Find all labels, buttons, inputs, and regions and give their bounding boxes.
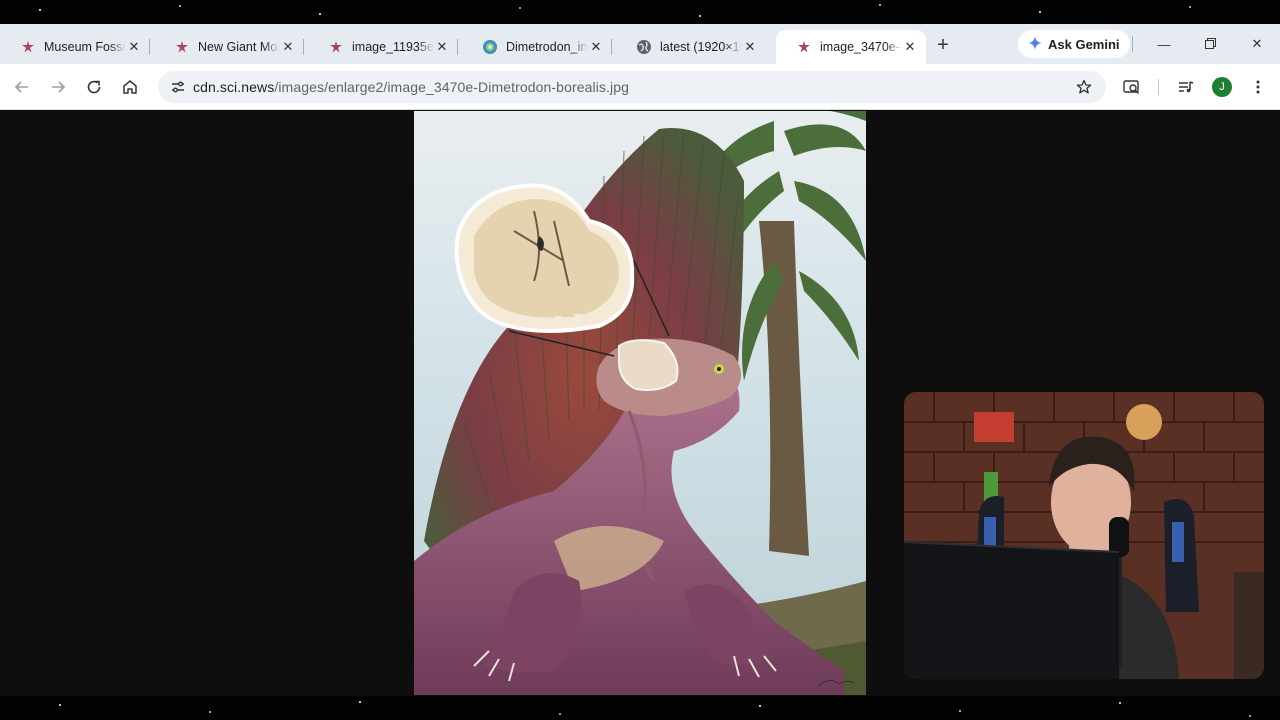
url-path: /images/enlarge2/image_3470e-Dimetrodon-…: [274, 79, 629, 95]
close-icon[interactable]: ✕: [434, 39, 450, 55]
minimize-button[interactable]: —: [1150, 32, 1178, 56]
tab-title: New Giant Mos: [198, 40, 280, 54]
divider: [1132, 36, 1133, 52]
tab-museum-fossil[interactable]: Museum Fossil ✕: [0, 30, 150, 64]
tab-new-giant[interactable]: New Giant Mos ✕: [154, 30, 304, 64]
profile-avatar[interactable]: J: [1212, 77, 1232, 97]
divider: [1158, 79, 1159, 95]
arrow-right-icon: [52, 81, 66, 93]
tab-title: image_11935e: [352, 40, 434, 54]
browser-menu-button[interactable]: [1246, 75, 1270, 99]
gemini-sparkle-icon: [1028, 35, 1042, 53]
restore-button[interactable]: [1196, 32, 1224, 56]
arrow-left-icon: [14, 81, 28, 93]
tab-title: Museum Fossil: [44, 40, 126, 54]
lens-search-button[interactable]: [1120, 75, 1144, 99]
close-icon[interactable]: ✕: [280, 39, 296, 55]
dimetrodon-illustration[interactable]: [414, 111, 866, 695]
home-button[interactable]: [118, 75, 142, 99]
profile-initial: J: [1219, 81, 1225, 93]
tab-strip: Museum Fossil ✕ New Giant Mos ✕ image_11…: [0, 24, 1280, 64]
back-button[interactable]: [10, 75, 34, 99]
url-text[interactable]: cdn.sci.news/images/enlarge2/image_3470e…: [193, 79, 629, 95]
new-tab-button[interactable]: +: [932, 35, 954, 57]
site-info-icon[interactable]: [166, 75, 190, 99]
webcam-overlay: [904, 392, 1264, 679]
sci-news-icon: [328, 39, 344, 55]
close-icon[interactable]: ✕: [588, 39, 604, 55]
tab-image-11935e[interactable]: image_11935e ✕: [308, 30, 458, 64]
reload-button[interactable]: [82, 75, 106, 99]
playlist-icon: [1179, 81, 1194, 93]
restore-icon: [1204, 37, 1216, 52]
media-controls-button[interactable]: [1174, 75, 1198, 99]
url-host: cdn.sci.news: [193, 79, 275, 95]
sci-news-icon: [174, 39, 190, 55]
close-icon[interactable]: ✕: [902, 39, 918, 55]
tab-latest[interactable]: latest (1920×10 ✕: [616, 30, 766, 64]
tab-image-3470e[interactable]: image_3470e-D ✕: [776, 30, 926, 64]
gemini-label: Ask Gemini: [1048, 36, 1120, 52]
ask-gemini-button[interactable]: Ask Gemini: [1018, 30, 1130, 58]
sci-news-icon: [796, 39, 812, 55]
close-window-button[interactable]: ✕: [1243, 32, 1271, 56]
plus-icon: +: [937, 34, 949, 56]
home-icon: [123, 80, 137, 94]
forward-button[interactable]: [46, 75, 70, 99]
close-icon: ✕: [1251, 36, 1263, 51]
close-icon[interactable]: ✕: [742, 39, 758, 55]
bookmark-star-icon[interactable]: [1072, 75, 1096, 99]
browser-toolbar: cdn.sci.news/images/enlarge2/image_3470e…: [0, 64, 1280, 110]
reload-icon: [87, 80, 101, 94]
address-bar[interactable]: cdn.sci.news/images/enlarge2/image_3470e…: [158, 71, 1106, 103]
wikipedia-icon: [482, 39, 498, 55]
minimize-icon: —: [1157, 36, 1171, 52]
globe-icon: [636, 39, 652, 55]
close-icon[interactable]: ✕: [126, 39, 142, 55]
tab-title: latest (1920×10: [660, 40, 742, 54]
screen-search-icon: [1123, 80, 1140, 95]
more-vertical-icon: [1256, 80, 1260, 94]
tab-title: Dimetrodon_in: [506, 40, 588, 54]
tab-dimetrodon-wiki[interactable]: Dimetrodon_in ✕: [462, 30, 612, 64]
tab-title: image_3470e-D: [820, 40, 902, 54]
sci-news-icon: [20, 39, 36, 55]
